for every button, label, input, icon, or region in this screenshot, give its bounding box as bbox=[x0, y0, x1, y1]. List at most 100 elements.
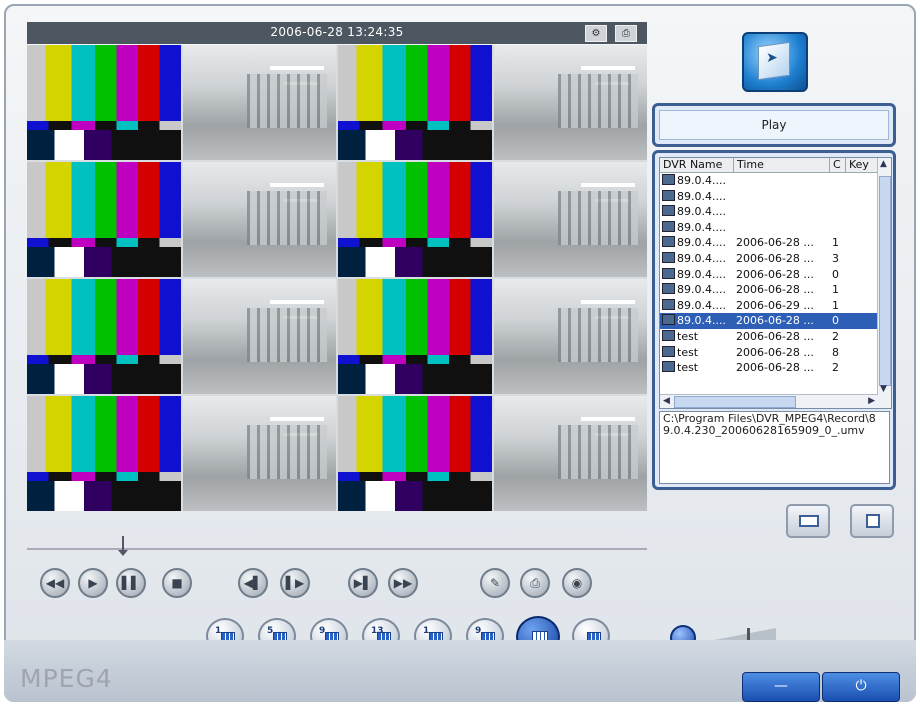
test-pattern-base bbox=[338, 130, 492, 160]
camera-feed-hallway[interactable] bbox=[493, 45, 647, 160]
camera-feed-test-pattern[interactable] bbox=[27, 45, 181, 160]
single-view-button[interactable] bbox=[786, 504, 830, 538]
list-row[interactable]: test 2006-06-28 ... 2 bbox=[660, 360, 891, 376]
column-header-dvr-name[interactable]: DVR Name bbox=[660, 158, 734, 172]
stop-button[interactable]: ■ bbox=[162, 568, 192, 598]
row-key bbox=[846, 173, 878, 189]
row-key bbox=[846, 282, 878, 298]
list-row[interactable]: 89.0.4.... bbox=[660, 204, 891, 220]
scroll-down-icon[interactable]: ▼ bbox=[880, 384, 887, 394]
camera-feed-test-pattern[interactable] bbox=[338, 279, 492, 394]
test-pattern-stripe bbox=[27, 471, 181, 482]
row-name: 89.0.4.... bbox=[660, 173, 734, 189]
list-row[interactable]: 89.0.4.... bbox=[660, 189, 891, 205]
play-list-button[interactable]: Play bbox=[659, 110, 889, 140]
ceiling-light bbox=[581, 416, 635, 421]
row-time bbox=[734, 189, 830, 205]
video-file-icon bbox=[662, 314, 675, 326]
app-logo: ➤ bbox=[742, 32, 808, 92]
ceiling-light bbox=[581, 299, 635, 304]
camera-feed-test-pattern[interactable] bbox=[338, 45, 492, 160]
print-button[interactable]: ⎙ bbox=[520, 568, 550, 598]
camera-feed-hallway[interactable] bbox=[493, 396, 647, 511]
row-time: 2006-06-28 ... bbox=[736, 329, 814, 343]
video-file-icon bbox=[662, 361, 675, 373]
camera-feed-test-pattern[interactable] bbox=[338, 396, 492, 511]
floor bbox=[182, 478, 336, 511]
list-row[interactable]: 89.0.4.... 2006-06-28 ... 0 bbox=[660, 313, 891, 329]
recording-list[interactable]: DVR Name Time C Key 89.0.4.... 89.0.4....… bbox=[659, 157, 892, 409]
test-pattern-stripe bbox=[27, 120, 181, 131]
row-key bbox=[846, 345, 878, 361]
camera-feed-test-pattern[interactable] bbox=[27, 396, 181, 511]
fast-button[interactable]: ▶▶ bbox=[388, 568, 418, 598]
snapshot-edit-button[interactable]: ✎ bbox=[480, 568, 510, 598]
window-icon bbox=[799, 515, 819, 527]
horizontal-scrollbar[interactable]: ◀ ▶ bbox=[660, 394, 878, 408]
row-name: test bbox=[660, 345, 734, 361]
list-row[interactable]: 89.0.4.... bbox=[660, 173, 891, 189]
capture-button[interactable]: ◉ bbox=[562, 568, 592, 598]
camera-feed-hallway[interactable] bbox=[182, 396, 336, 511]
list-row[interactable]: test 2006-06-28 ... 8 bbox=[660, 345, 891, 361]
row-time: 2006-06-28 ... bbox=[736, 251, 814, 265]
play-panel: Play bbox=[652, 103, 896, 147]
list-row[interactable]: 89.0.4.... bbox=[660, 220, 891, 236]
camera-feed-hallway[interactable] bbox=[493, 162, 647, 277]
column-header-key[interactable]: Key bbox=[846, 158, 878, 172]
camera-feed-test-pattern[interactable] bbox=[338, 162, 492, 277]
row-time: 2006-06-29 ... bbox=[736, 298, 814, 312]
seek-bar[interactable] bbox=[27, 532, 647, 560]
row-name: 89.0.4.... bbox=[660, 220, 734, 236]
power-button[interactable]: ⏻ bbox=[822, 672, 900, 702]
scroll-up-icon[interactable]: ▲ bbox=[880, 159, 887, 169]
ceiling-light bbox=[581, 182, 635, 187]
multi-view-button[interactable] bbox=[850, 504, 894, 538]
row-channel: 1 bbox=[832, 283, 839, 297]
pause-button[interactable]: ▌▌ bbox=[116, 568, 146, 598]
vertical-scrollbar[interactable]: ▲ ▼ bbox=[877, 158, 891, 408]
slow-button[interactable]: ▶▌ bbox=[348, 568, 378, 598]
step-back-button[interactable]: ◀▌ bbox=[238, 568, 268, 598]
row-key bbox=[846, 329, 878, 345]
camera-feed-test-pattern[interactable] bbox=[27, 162, 181, 277]
list-row[interactable]: 89.0.4.... 2006-06-28 ... 1 bbox=[660, 235, 891, 251]
scroll-left-icon[interactable]: ◀ bbox=[663, 396, 670, 406]
floor bbox=[493, 127, 647, 160]
video-file-icon bbox=[662, 236, 675, 248]
list-row[interactable]: 89.0.4.... 2006-06-28 ... 1 bbox=[660, 282, 891, 298]
recording-list-panel: DVR Name Time C Key 89.0.4.... 89.0.4....… bbox=[652, 150, 896, 490]
step-forward-button[interactable]: ▌▶ bbox=[280, 568, 310, 598]
camera-feed-hallway[interactable] bbox=[182, 279, 336, 394]
row-time: 2006-06-28 ... bbox=[736, 236, 814, 250]
column-header-channel[interactable]: C bbox=[830, 158, 846, 172]
ceiling-light bbox=[270, 416, 324, 421]
seek-knob[interactable] bbox=[118, 536, 128, 556]
camera-feed-hallway[interactable] bbox=[493, 279, 647, 394]
column-header-time[interactable]: Time bbox=[734, 158, 830, 172]
arrow-icon: ➤ bbox=[766, 50, 778, 66]
test-pattern-base bbox=[338, 481, 492, 511]
camera-feed-hallway[interactable] bbox=[182, 162, 336, 277]
scroll-right-icon[interactable]: ▶ bbox=[868, 396, 875, 406]
floor bbox=[493, 244, 647, 277]
rewind-button[interactable]: ◀◀ bbox=[40, 568, 70, 598]
camera-feed-hallway[interactable] bbox=[182, 45, 336, 160]
row-key bbox=[846, 251, 878, 267]
minimize-button[interactable]: — bbox=[742, 672, 820, 702]
row-key bbox=[846, 235, 878, 251]
list-row[interactable]: 89.0.4.... 2006-06-28 ... 3 bbox=[660, 251, 891, 267]
row-channel: 2 bbox=[832, 329, 839, 343]
list-row[interactable]: 89.0.4.... 2006-06-29 ... 1 bbox=[660, 298, 891, 314]
list-row[interactable]: 89.0.4.... 2006-06-28 ... 0 bbox=[660, 267, 891, 283]
row-channel: 1 bbox=[832, 298, 839, 312]
scroll-thumb[interactable] bbox=[879, 176, 891, 386]
print-icon[interactable]: ⎙ bbox=[615, 25, 637, 42]
camera-feed-test-pattern[interactable] bbox=[27, 279, 181, 394]
test-pattern-base bbox=[27, 247, 181, 277]
hscroll-thumb[interactable] bbox=[674, 396, 796, 408]
settings-icon[interactable]: ⚙ bbox=[585, 25, 607, 42]
row-time: 2006-06-28 ... bbox=[736, 345, 814, 359]
list-row[interactable]: test 2006-06-28 ... 2 bbox=[660, 329, 891, 345]
play-button[interactable]: ▶ bbox=[78, 568, 108, 598]
